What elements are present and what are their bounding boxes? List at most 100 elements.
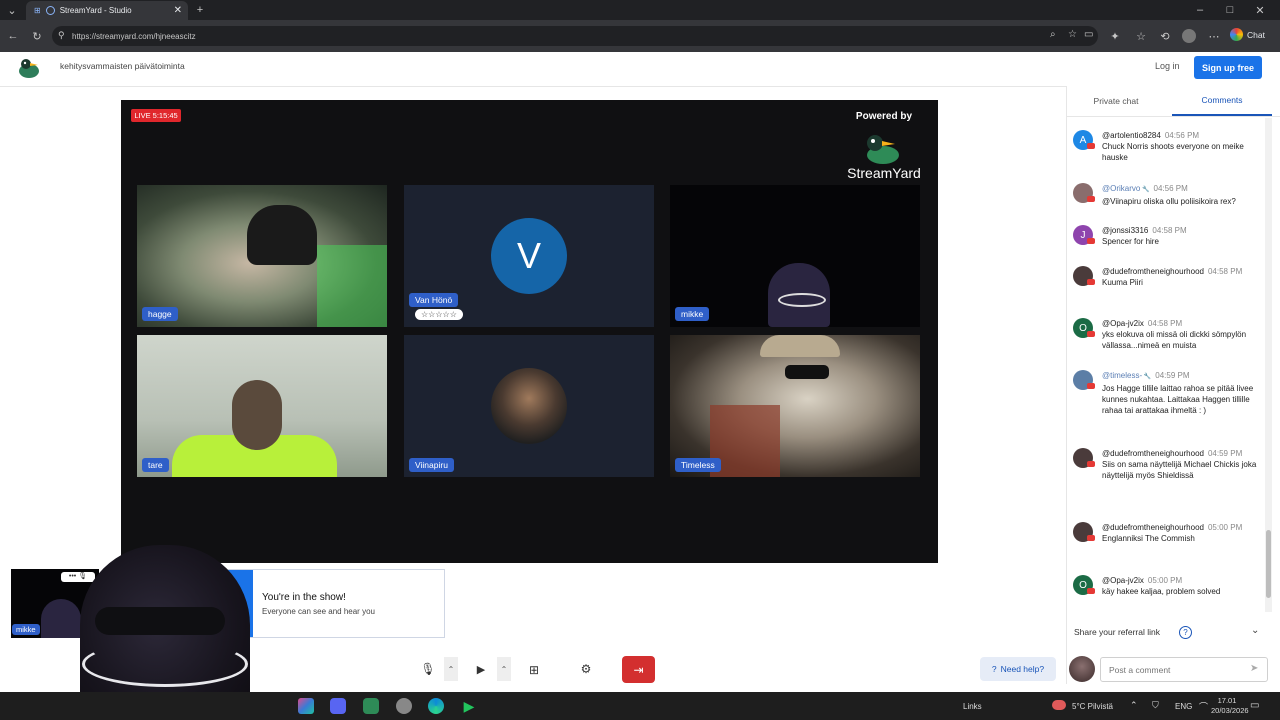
streamyard-logo-icon[interactable]: [16, 56, 42, 80]
share-screen-button[interactable]: ⊞: [521, 657, 547, 683]
scrollbar-thumb[interactable]: [1266, 530, 1271, 598]
info-icon[interactable]: ?: [1179, 626, 1192, 639]
terminal-icon[interactable]: ▶: [461, 698, 477, 714]
links-toolbar[interactable]: Links: [963, 702, 982, 711]
comment-item: @timeless- 🔧 04:59 PM Jos Hagge tillile la…: [1073, 370, 1258, 416]
minimize-icon[interactable]: –: [1192, 2, 1208, 18]
streamyard-taskbar-icon[interactable]: [363, 698, 379, 714]
discord-icon[interactable]: [330, 698, 346, 714]
comment-text: Chuck Norris shoots everyone on meike ha…: [1102, 142, 1244, 162]
comment-username: @timeless-: [1102, 371, 1143, 380]
comment-item: @dudefromtheneighourhood 04:59 PM Siis on …: [1073, 448, 1258, 481]
camera-button[interactable]: ▶: [469, 657, 493, 681]
chevron-down-icon[interactable]: ⌄: [1251, 625, 1259, 636]
reload-icon[interactable]: ↻: [29, 28, 45, 44]
new-tab-icon[interactable]: +: [192, 2, 208, 18]
comment-text: Kuuma Piiri: [1102, 278, 1143, 287]
leave-studio-button[interactable]: ⇥: [622, 656, 655, 683]
comment-text: Jos Hagge tillile laittao rahoa se pitää…: [1102, 384, 1254, 415]
microphone-options-icon[interactable]: ⌃: [444, 657, 458, 681]
back-icon[interactable]: ←: [5, 28, 21, 44]
tray-chevron-icon[interactable]: ⌃: [1130, 700, 1138, 711]
tab-list-icon[interactable]: ⌄: [4, 2, 20, 18]
participant-name-tag: hagge: [142, 307, 178, 321]
weather-text[interactable]: 5°C Pilvistä: [1072, 702, 1113, 711]
comment-username: @dudefromtheneighourhood: [1102, 267, 1204, 276]
youtube-badge-icon: [1087, 383, 1095, 389]
send-icon[interactable]: ➤: [1250, 663, 1258, 674]
maximize-icon[interactable]: □: [1222, 2, 1238, 18]
comment-text: Siis on sama näyttelijä Michael Chickis …: [1102, 460, 1257, 480]
headphones-band: [82, 641, 248, 687]
cowboy-hat: [760, 335, 840, 357]
reading-view-icon[interactable]: ▭: [1084, 29, 1093, 40]
profile-avatar[interactable]: [1182, 29, 1196, 43]
language-indicator[interactable]: ENG: [1175, 702, 1192, 711]
comment-username: @artolentio8284: [1102, 131, 1161, 140]
webcam-overlay: [60, 545, 260, 692]
address-bar[interactable]: ⚲ https://streamyard.com/hjneeascitz ⌕ ☆…: [52, 26, 1098, 46]
network-icon[interactable]: ⌒: [1199, 700, 1208, 713]
extensions-icon[interactable]: ✦: [1107, 28, 1123, 44]
tab-comments[interactable]: Comments: [1172, 86, 1272, 116]
tab-title: StreamYard - Studio: [59, 6, 132, 15]
sunglasses: [785, 365, 829, 379]
camera-options-icon[interactable]: ⌃: [497, 657, 511, 681]
taskbar-app-icon[interactable]: [298, 698, 314, 714]
clock-time: 17.01: [1217, 696, 1237, 705]
help-label: Need help?: [1000, 664, 1045, 674]
close-window-icon[interactable]: ✕: [1252, 2, 1268, 18]
favorites-icon[interactable]: ☆: [1133, 28, 1149, 44]
settings-gear-icon[interactable]: ⚙: [574, 657, 598, 681]
tab-private-chat[interactable]: Private chat: [1066, 86, 1166, 116]
headband: [95, 607, 225, 635]
participant-tile-hagge[interactable]: hagge: [137, 185, 387, 327]
notifications-icon[interactable]: ▭: [1250, 700, 1259, 711]
edge-browser-icon[interactable]: [428, 698, 444, 714]
powered-by-label: Powered by: [855, 111, 913, 122]
video-silhouette: [232, 380, 282, 450]
comment-item: @dudefromtheneighourhood 04:58 PM Kuuma Pi…: [1073, 266, 1258, 288]
copilot-chat-button[interactable]: Chat: [1230, 28, 1265, 41]
participant-name-tag: Viinapiru: [409, 458, 454, 472]
browser-tab-bar: ⌄ ⊞ StreamYard - Studio ✕ + – □ ✕: [0, 0, 1280, 20]
youtube-badge-icon: [1087, 535, 1095, 541]
site-info-icon[interactable]: ⚲: [58, 30, 65, 41]
participant-avatar: V: [491, 218, 567, 294]
participant-tile-viinapiru[interactable]: Viinapiru: [404, 335, 654, 477]
taskbar-clock[interactable]: 17.01 20/03/2026: [1211, 696, 1249, 716]
streamyard-favicon-icon: [45, 6, 55, 15]
comment-username: @Orikarvo: [1102, 184, 1141, 193]
tray-security-icon[interactable]: ⛉: [1152, 700, 1159, 711]
participant-tile-tare[interactable]: tare: [137, 335, 387, 477]
comment-time: 04:59 PM: [1155, 371, 1190, 380]
comment-text: Spencer for hire: [1102, 237, 1159, 246]
browser-tab[interactable]: ⊞ StreamYard - Studio ✕: [26, 1, 188, 20]
comment-time: 04:59 PM: [1207, 449, 1243, 458]
login-link[interactable]: Log in: [1155, 61, 1180, 71]
participant-tile-van-hono[interactable]: V Van Hönö ☆☆☆☆☆: [404, 185, 654, 327]
zoom-icon[interactable]: ⌕: [1050, 29, 1056, 40]
taskbar-app-icon-2[interactable]: [396, 698, 412, 714]
toast-title: You're in the show!: [262, 592, 346, 603]
clock-date: 20/03/2026: [1211, 706, 1249, 715]
comment-username: @Opa-jv2ix: [1102, 576, 1144, 585]
history-icon[interactable]: ⟲: [1157, 28, 1173, 44]
comment-item: A @artolentio8284 04:56 PM Chuck Norris sho…: [1073, 130, 1258, 163]
microphone-button[interactable]: 🎙: [416, 657, 440, 681]
favorite-star-icon[interactable]: ☆: [1068, 29, 1077, 40]
close-tab-icon[interactable]: ✕: [174, 5, 182, 16]
signup-button[interactable]: Sign up free: [1194, 56, 1262, 79]
more-menu-icon[interactable]: ⋯: [1206, 28, 1222, 44]
self-name-tag: mikke: [12, 624, 40, 635]
comment-text: @Viinapiru oliska ollu poliisikoira rex?: [1102, 197, 1236, 206]
participant-tile-timeless[interactable]: Timeless: [670, 335, 920, 477]
moderator-wrench-icon: 🔧: [1140, 187, 1150, 193]
youtube-badge-icon: [1087, 461, 1095, 467]
comments-scrollbar[interactable]: [1265, 118, 1272, 612]
comment-input[interactable]: [1100, 657, 1268, 682]
comment-item: @dudefromtheneighourhood 05:00 PM Englanni…: [1073, 522, 1258, 544]
youtube-badge-icon: [1087, 238, 1095, 244]
need-help-button[interactable]: ? Need help?: [980, 657, 1056, 681]
participant-tile-mikke[interactable]: mikke: [670, 185, 920, 327]
